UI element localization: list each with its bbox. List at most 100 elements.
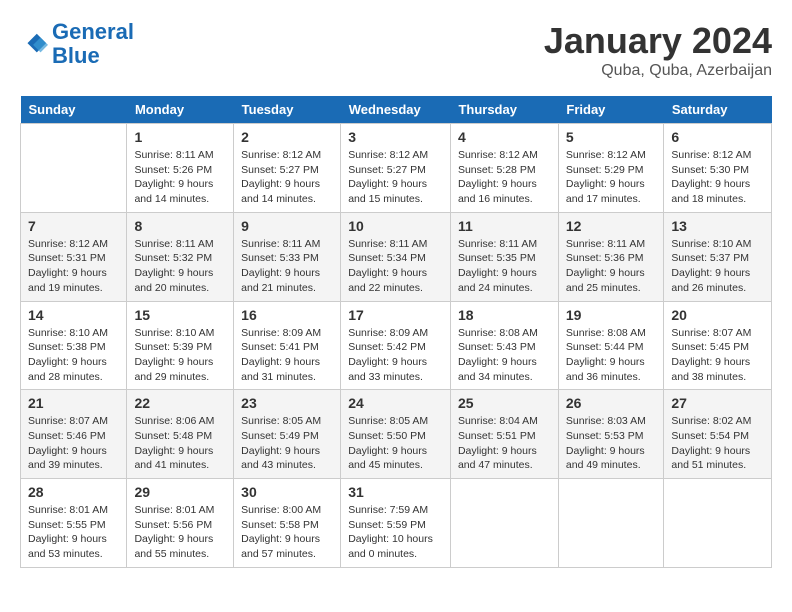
day-info: Sunrise: 8:09 AM Sunset: 5:41 PM Dayligh… (241, 326, 333, 385)
calendar-cell: 12 Sunrise: 8:11 AM Sunset: 5:36 PM Dayli… (558, 212, 664, 301)
day-info: Sunrise: 8:06 AM Sunset: 5:48 PM Dayligh… (134, 414, 226, 473)
logo-general: General (52, 19, 134, 44)
weekday-header-tuesday: Tuesday (234, 96, 341, 124)
day-number: 13 (671, 218, 764, 234)
calendar-cell (21, 124, 127, 213)
day-number: 2 (241, 129, 333, 145)
day-number: 3 (348, 129, 443, 145)
calendar-cell: 7 Sunrise: 8:12 AM Sunset: 5:31 PM Daylig… (21, 212, 127, 301)
day-number: 24 (348, 395, 443, 411)
day-number: 1 (134, 129, 226, 145)
day-number: 18 (458, 307, 551, 323)
day-number: 28 (28, 484, 119, 500)
calendar-cell: 23 Sunrise: 8:05 AM Sunset: 5:49 PM Dayli… (234, 390, 341, 479)
calendar-cell: 27 Sunrise: 8:02 AM Sunset: 5:54 PM Dayli… (664, 390, 772, 479)
day-info: Sunrise: 8:11 AM Sunset: 5:34 PM Dayligh… (348, 237, 443, 296)
week-row-2: 7 Sunrise: 8:12 AM Sunset: 5:31 PM Daylig… (21, 212, 772, 301)
calendar-cell: 22 Sunrise: 8:06 AM Sunset: 5:48 PM Dayli… (127, 390, 234, 479)
day-info: Sunrise: 8:11 AM Sunset: 5:35 PM Dayligh… (458, 237, 551, 296)
day-info: Sunrise: 8:02 AM Sunset: 5:54 PM Dayligh… (671, 414, 764, 473)
calendar-cell: 8 Sunrise: 8:11 AM Sunset: 5:32 PM Daylig… (127, 212, 234, 301)
calendar-cell: 30 Sunrise: 8:00 AM Sunset: 5:58 PM Dayli… (234, 479, 341, 568)
day-info: Sunrise: 8:11 AM Sunset: 5:33 PM Dayligh… (241, 237, 333, 296)
day-info: Sunrise: 8:08 AM Sunset: 5:43 PM Dayligh… (458, 326, 551, 385)
logo-text: General Blue (52, 20, 134, 68)
day-number: 22 (134, 395, 226, 411)
day-info: Sunrise: 8:12 AM Sunset: 5:27 PM Dayligh… (348, 148, 443, 207)
day-info: Sunrise: 8:12 AM Sunset: 5:31 PM Dayligh… (28, 237, 119, 296)
weekday-header-sunday: Sunday (21, 96, 127, 124)
day-number: 20 (671, 307, 764, 323)
day-number: 10 (348, 218, 443, 234)
weekday-header-saturday: Saturday (664, 96, 772, 124)
day-info: Sunrise: 8:11 AM Sunset: 5:26 PM Dayligh… (134, 148, 226, 207)
day-number: 4 (458, 129, 551, 145)
day-number: 23 (241, 395, 333, 411)
day-number: 31 (348, 484, 443, 500)
day-info: Sunrise: 8:01 AM Sunset: 5:55 PM Dayligh… (28, 503, 119, 562)
day-number: 12 (566, 218, 657, 234)
day-info: Sunrise: 8:03 AM Sunset: 5:53 PM Dayligh… (566, 414, 657, 473)
day-info: Sunrise: 8:07 AM Sunset: 5:45 PM Dayligh… (671, 326, 764, 385)
day-info: Sunrise: 8:04 AM Sunset: 5:51 PM Dayligh… (458, 414, 551, 473)
weekday-header-monday: Monday (127, 96, 234, 124)
day-info: Sunrise: 8:12 AM Sunset: 5:29 PM Dayligh… (566, 148, 657, 207)
calendar-cell: 14Sunrise: 8:10 AM Sunset: 5:38 PM Dayli… (21, 301, 127, 390)
calendar-cell (558, 479, 664, 568)
day-number: 9 (241, 218, 333, 234)
day-info: Sunrise: 8:08 AM Sunset: 5:44 PM Dayligh… (566, 326, 657, 385)
calendar-cell: 16 Sunrise: 8:09 AM Sunset: 5:41 PM Dayli… (234, 301, 341, 390)
day-number: 25 (458, 395, 551, 411)
calendar-cell: 17Sunrise: 8:09 AM Sunset: 5:42 PM Dayli… (341, 301, 451, 390)
day-info: Sunrise: 8:12 AM Sunset: 5:27 PM Dayligh… (241, 148, 333, 207)
week-row-3: 14Sunrise: 8:10 AM Sunset: 5:38 PM Dayli… (21, 301, 772, 390)
month-title: January 2024 (544, 20, 772, 62)
day-number: 26 (566, 395, 657, 411)
calendar-cell: 3 Sunrise: 8:12 AM Sunset: 5:27 PM Daylig… (341, 124, 451, 213)
calendar-cell: 29Sunrise: 8:01 AM Sunset: 5:56 PM Dayli… (127, 479, 234, 568)
title-block: January 2024 Quba, Quba, Azerbaijan (544, 20, 772, 80)
location: Quba, Quba, Azerbaijan (544, 62, 772, 80)
weekday-header-wednesday: Wednesday (341, 96, 451, 124)
day-info: Sunrise: 8:09 AM Sunset: 5:42 PM Dayligh… (348, 326, 443, 385)
calendar-cell: 31Sunrise: 7:59 AM Sunset: 5:59 PM Dayli… (341, 479, 451, 568)
calendar-cell: 1 Sunrise: 8:11 AM Sunset: 5:26 PM Daylig… (127, 124, 234, 213)
day-info: Sunrise: 8:10 AM Sunset: 5:37 PM Dayligh… (671, 237, 764, 296)
day-number: 5 (566, 129, 657, 145)
day-info: Sunrise: 8:12 AM Sunset: 5:30 PM Dayligh… (671, 148, 764, 207)
day-info: Sunrise: 8:05 AM Sunset: 5:50 PM Dayligh… (348, 414, 443, 473)
day-number: 8 (134, 218, 226, 234)
day-info: Sunrise: 8:12 AM Sunset: 5:28 PM Dayligh… (458, 148, 551, 207)
day-number: 11 (458, 218, 551, 234)
weekday-header-friday: Friday (558, 96, 664, 124)
calendar-cell: 28 Sunrise: 8:01 AM Sunset: 5:55 PM Dayli… (21, 479, 127, 568)
day-info: Sunrise: 8:07 AM Sunset: 5:46 PM Dayligh… (28, 414, 119, 473)
weekday-header-thursday: Thursday (450, 96, 558, 124)
calendar-cell: 26 Sunrise: 8:03 AM Sunset: 5:53 PM Dayli… (558, 390, 664, 479)
day-info: Sunrise: 8:05 AM Sunset: 5:49 PM Dayligh… (241, 414, 333, 473)
day-number: 16 (241, 307, 333, 323)
calendar-cell: 18 Sunrise: 8:08 AM Sunset: 5:43 PM Dayli… (450, 301, 558, 390)
week-row-4: 21Sunrise: 8:07 AM Sunset: 5:46 PM Dayli… (21, 390, 772, 479)
day-number: 19 (566, 307, 657, 323)
day-number: 30 (241, 484, 333, 500)
calendar-cell: 6 Sunrise: 8:12 AM Sunset: 5:30 PM Daylig… (664, 124, 772, 213)
day-number: 14 (28, 307, 119, 323)
calendar-cell: 24 Sunrise: 8:05 AM Sunset: 5:50 PM Dayli… (341, 390, 451, 479)
day-number: 7 (28, 218, 119, 234)
calendar-cell: 19 Sunrise: 8:08 AM Sunset: 5:44 PM Dayli… (558, 301, 664, 390)
weekday-header-row: SundayMondayTuesdayWednesdayThursdayFrid… (21, 96, 772, 124)
day-info: Sunrise: 8:11 AM Sunset: 5:36 PM Dayligh… (566, 237, 657, 296)
day-info: Sunrise: 8:11 AM Sunset: 5:32 PM Dayligh… (134, 237, 226, 296)
day-number: 15 (134, 307, 226, 323)
calendar-cell (450, 479, 558, 568)
day-info: Sunrise: 8:00 AM Sunset: 5:58 PM Dayligh… (241, 503, 333, 562)
calendar-cell: 9 Sunrise: 8:11 AM Sunset: 5:33 PM Daylig… (234, 212, 341, 301)
logo-icon (20, 30, 48, 58)
calendar-cell: 25 Sunrise: 8:04 AM Sunset: 5:51 PM Dayli… (450, 390, 558, 479)
day-number: 27 (671, 395, 764, 411)
week-row-1: 1 Sunrise: 8:11 AM Sunset: 5:26 PM Daylig… (21, 124, 772, 213)
day-number: 6 (671, 129, 764, 145)
day-number: 29 (134, 484, 226, 500)
week-row-5: 28 Sunrise: 8:01 AM Sunset: 5:55 PM Dayli… (21, 479, 772, 568)
